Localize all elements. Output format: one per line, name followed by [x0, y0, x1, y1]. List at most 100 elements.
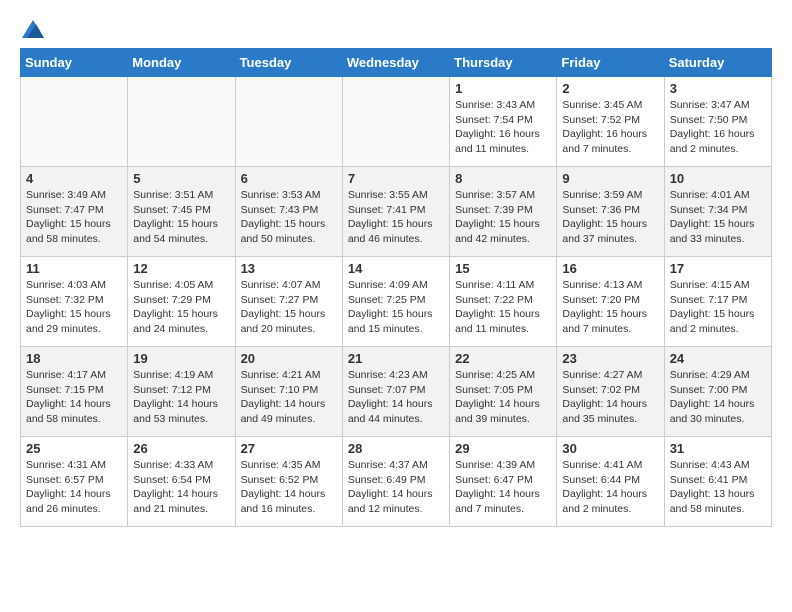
day-info: Sunrise: 4:05 AM Sunset: 7:29 PM Dayligh… — [133, 278, 229, 337]
day-number: 17 — [670, 261, 766, 276]
day-info: Sunrise: 4:15 AM Sunset: 7:17 PM Dayligh… — [670, 278, 766, 337]
week-row-2: 4 Sunrise: 3:49 AM Sunset: 7:47 PM Daylig… — [21, 167, 772, 257]
day-number: 29 — [455, 441, 551, 456]
day-info: Sunrise: 4:21 AM Sunset: 7:10 PM Dayligh… — [241, 368, 337, 427]
day-number: 2 — [562, 81, 658, 96]
header-day-friday: Friday — [557, 49, 664, 77]
calendar-cell — [235, 77, 342, 167]
day-info: Sunrise: 4:29 AM Sunset: 7:00 PM Dayligh… — [670, 368, 766, 427]
day-info: Sunrise: 4:43 AM Sunset: 6:41 PM Dayligh… — [670, 458, 766, 517]
calendar-cell: 27 Sunrise: 4:35 AM Sunset: 6:52 PM Dayli… — [235, 437, 342, 527]
calendar-cell: 19Sunrise: 4:19 AM Sunset: 7:12 PM Dayli… — [128, 347, 235, 437]
header-day-wednesday: Wednesday — [342, 49, 449, 77]
day-number: 12 — [133, 261, 229, 276]
day-info: Sunrise: 4:37 AM Sunset: 6:49 PM Dayligh… — [348, 458, 444, 517]
calendar-cell: 12 Sunrise: 4:05 AM Sunset: 7:29 PM Dayli… — [128, 257, 235, 347]
day-info: Sunrise: 4:09 AM Sunset: 7:25 PM Dayligh… — [348, 278, 444, 337]
calendar-cell: 26 Sunrise: 4:33 AM Sunset: 6:54 PM Dayli… — [128, 437, 235, 527]
day-info: Sunrise: 4:07 AM Sunset: 7:27 PM Dayligh… — [241, 278, 337, 337]
calendar-cell: 1 Sunrise: 3:43 AM Sunset: 7:54 PM Daylig… — [450, 77, 557, 167]
calendar-cell — [128, 77, 235, 167]
day-number: 4 — [26, 171, 122, 186]
day-info: Sunrise: 4:33 AM Sunset: 6:54 PM Dayligh… — [133, 458, 229, 517]
header-day-thursday: Thursday — [450, 49, 557, 77]
day-info: Sunrise: 4:27 AM Sunset: 7:02 PM Dayligh… — [562, 368, 658, 427]
day-number: 19 — [133, 351, 229, 366]
week-row-1: 1 Sunrise: 3:43 AM Sunset: 7:54 PM Daylig… — [21, 77, 772, 167]
day-number: 16 — [562, 261, 658, 276]
week-row-5: 25Sunrise: 4:31 AM Sunset: 6:57 PM Dayli… — [21, 437, 772, 527]
page-header — [20, 20, 772, 38]
day-number: 21 — [348, 351, 444, 366]
day-info: Sunrise: 4:23 AM Sunset: 7:07 PM Dayligh… — [348, 368, 444, 427]
calendar-cell: 10Sunrise: 4:01 AM Sunset: 7:34 PM Dayli… — [664, 167, 771, 257]
day-info: Sunrise: 4:13 AM Sunset: 7:20 PM Dayligh… — [562, 278, 658, 337]
calendar-cell: 20 Sunrise: 4:21 AM Sunset: 7:10 PM Dayli… — [235, 347, 342, 437]
day-number: 11 — [26, 261, 122, 276]
day-number: 5 — [133, 171, 229, 186]
calendar-cell: 6 Sunrise: 3:53 AM Sunset: 7:43 PM Daylig… — [235, 167, 342, 257]
day-info: Sunrise: 4:01 AM Sunset: 7:34 PM Dayligh… — [670, 188, 766, 247]
day-info: Sunrise: 3:59 AM Sunset: 7:36 PM Dayligh… — [562, 188, 658, 247]
calendar-cell: 7 Sunrise: 3:55 AM Sunset: 7:41 PM Daylig… — [342, 167, 449, 257]
calendar-cell — [342, 77, 449, 167]
calendar-cell: 30 Sunrise: 4:41 AM Sunset: 6:44 PM Dayli… — [557, 437, 664, 527]
day-info: Sunrise: 4:25 AM Sunset: 7:05 PM Dayligh… — [455, 368, 551, 427]
day-number: 27 — [241, 441, 337, 456]
calendar-cell: 2 Sunrise: 3:45 AM Sunset: 7:52 PM Daylig… — [557, 77, 664, 167]
calendar-cell: 9 Sunrise: 3:59 AM Sunset: 7:36 PM Daylig… — [557, 167, 664, 257]
day-info: Sunrise: 3:43 AM Sunset: 7:54 PM Dayligh… — [455, 98, 551, 157]
week-row-4: 18 Sunrise: 4:17 AM Sunset: 7:15 PM Dayli… — [21, 347, 772, 437]
logo-icon — [22, 20, 44, 38]
week-row-3: 11 Sunrise: 4:03 AM Sunset: 7:32 PM Dayli… — [21, 257, 772, 347]
day-number: 8 — [455, 171, 551, 186]
day-number: 20 — [241, 351, 337, 366]
day-number: 26 — [133, 441, 229, 456]
day-number: 28 — [348, 441, 444, 456]
header-day-saturday: Saturday — [664, 49, 771, 77]
calendar-cell: 5 Sunrise: 3:51 AM Sunset: 7:45 PM Daylig… — [128, 167, 235, 257]
day-info: Sunrise: 3:45 AM Sunset: 7:52 PM Dayligh… — [562, 98, 658, 157]
day-info: Sunrise: 3:47 AM Sunset: 7:50 PM Dayligh… — [670, 98, 766, 157]
day-number: 7 — [348, 171, 444, 186]
day-number: 13 — [241, 261, 337, 276]
calendar-cell: 15 Sunrise: 4:11 AM Sunset: 7:22 PM Dayli… — [450, 257, 557, 347]
day-info: Sunrise: 4:17 AM Sunset: 7:15 PM Dayligh… — [26, 368, 122, 427]
day-number: 18 — [26, 351, 122, 366]
day-number: 31 — [670, 441, 766, 456]
calendar-cell: 21 Sunrise: 4:23 AM Sunset: 7:07 PM Dayli… — [342, 347, 449, 437]
day-info: Sunrise: 4:11 AM Sunset: 7:22 PM Dayligh… — [455, 278, 551, 337]
calendar-cell: 28 Sunrise: 4:37 AM Sunset: 6:49 PM Dayli… — [342, 437, 449, 527]
day-info: Sunrise: 3:53 AM Sunset: 7:43 PM Dayligh… — [241, 188, 337, 247]
day-number: 1 — [455, 81, 551, 96]
day-number: 9 — [562, 171, 658, 186]
calendar-cell: 13 Sunrise: 4:07 AM Sunset: 7:27 PM Dayli… — [235, 257, 342, 347]
day-info: Sunrise: 4:41 AM Sunset: 6:44 PM Dayligh… — [562, 458, 658, 517]
calendar-cell: 16 Sunrise: 4:13 AM Sunset: 7:20 PM Dayli… — [557, 257, 664, 347]
day-info: Sunrise: 3:55 AM Sunset: 7:41 PM Dayligh… — [348, 188, 444, 247]
day-info: Sunrise: 4:35 AM Sunset: 6:52 PM Dayligh… — [241, 458, 337, 517]
calendar-cell: 23 Sunrise: 4:27 AM Sunset: 7:02 PM Dayli… — [557, 347, 664, 437]
day-number: 24 — [670, 351, 766, 366]
calendar-cell: 29Sunrise: 4:39 AM Sunset: 6:47 PM Dayli… — [450, 437, 557, 527]
calendar-table: SundayMondayTuesdayWednesdayThursdayFrid… — [20, 48, 772, 527]
header-day-monday: Monday — [128, 49, 235, 77]
day-info: Sunrise: 3:57 AM Sunset: 7:39 PM Dayligh… — [455, 188, 551, 247]
day-number: 14 — [348, 261, 444, 276]
day-number: 30 — [562, 441, 658, 456]
calendar-cell — [21, 77, 128, 167]
calendar-cell: 11 Sunrise: 4:03 AM Sunset: 7:32 PM Dayli… — [21, 257, 128, 347]
day-number: 3 — [670, 81, 766, 96]
day-number: 22 — [455, 351, 551, 366]
day-info: Sunrise: 4:03 AM Sunset: 7:32 PM Dayligh… — [26, 278, 122, 337]
day-number: 23 — [562, 351, 658, 366]
day-number: 15 — [455, 261, 551, 276]
calendar-cell: 18 Sunrise: 4:17 AM Sunset: 7:15 PM Dayli… — [21, 347, 128, 437]
day-info: Sunrise: 3:51 AM Sunset: 7:45 PM Dayligh… — [133, 188, 229, 247]
day-number: 25 — [26, 441, 122, 456]
calendar-cell: 31 Sunrise: 4:43 AM Sunset: 6:41 PM Dayli… — [664, 437, 771, 527]
header-day-sunday: Sunday — [21, 49, 128, 77]
day-number: 6 — [241, 171, 337, 186]
logo — [20, 20, 46, 38]
day-info: Sunrise: 3:49 AM Sunset: 7:47 PM Dayligh… — [26, 188, 122, 247]
